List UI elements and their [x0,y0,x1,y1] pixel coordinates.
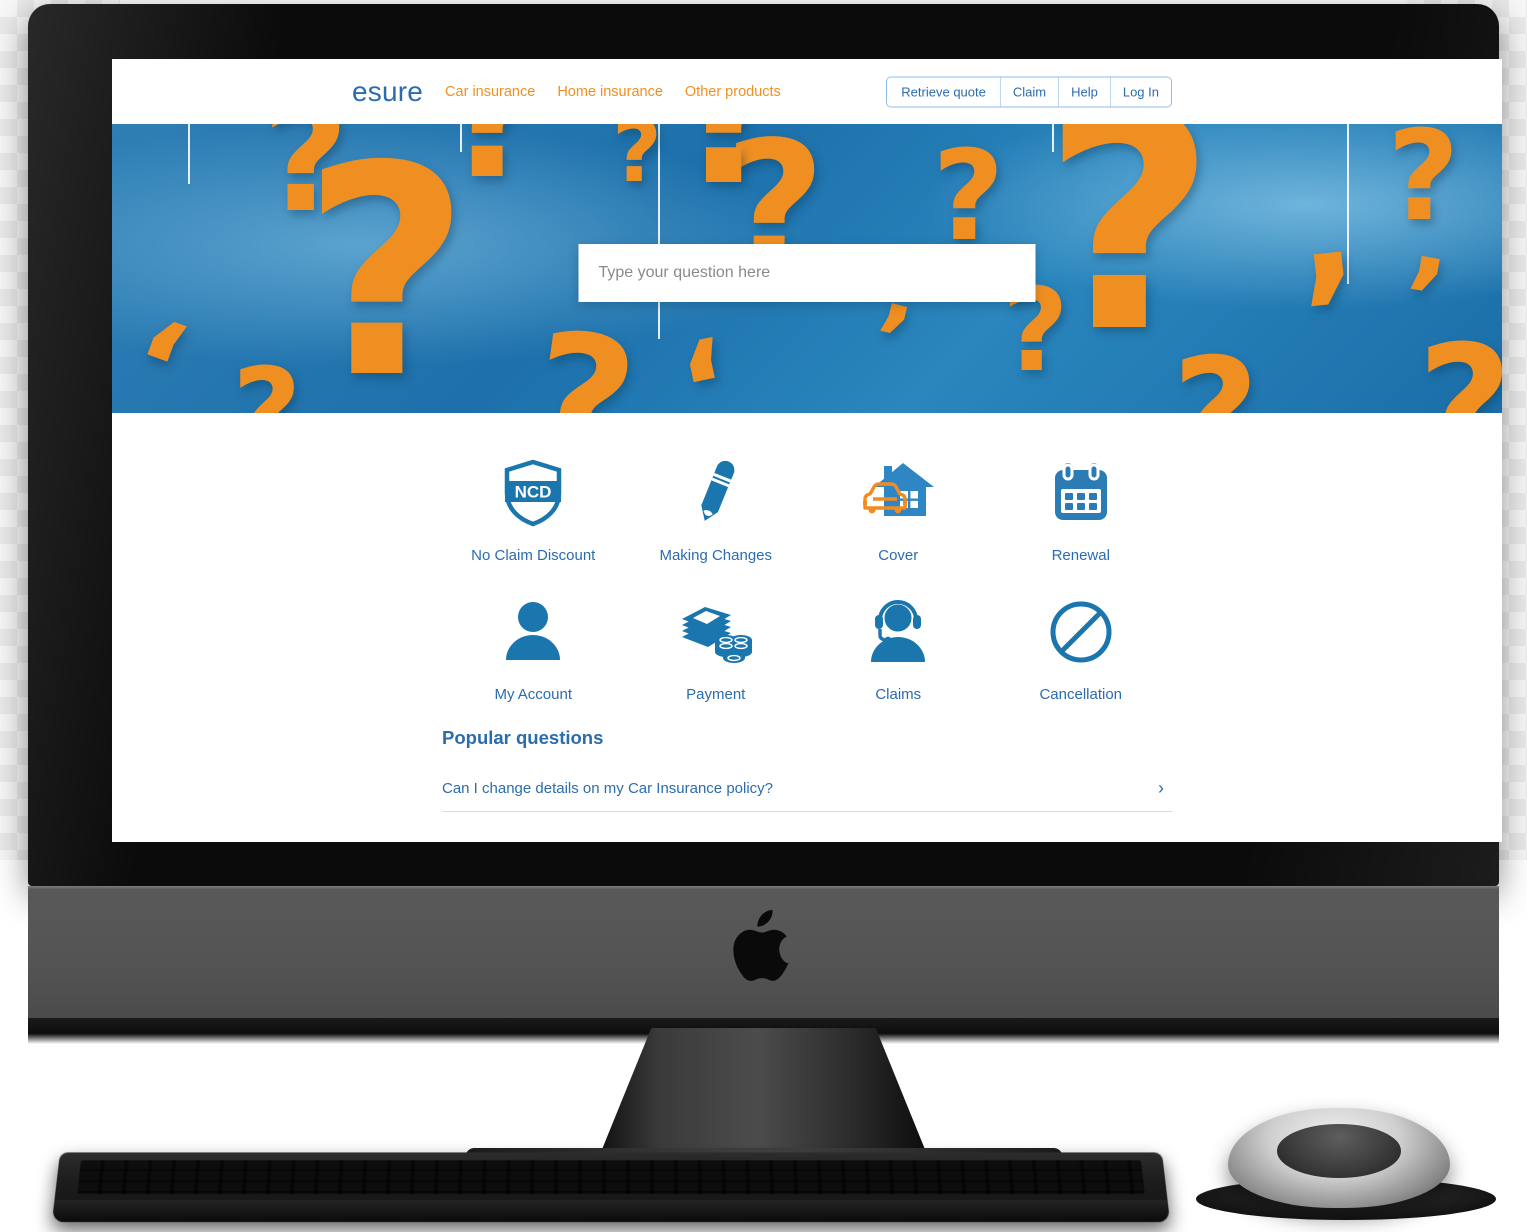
question-mark-glyph: ‘ [666,309,747,413]
mouse-surface [1276,1124,1402,1178]
question-mark-glyph: ? [1417,324,1502,414]
auth-button-group: Retrieve quote Claim Help Log In [886,76,1172,107]
nav-item-home-insurance[interactable]: Home insurance [557,84,663,100]
claim-button[interactable]: Claim [999,77,1059,106]
webpage: esure Car insurance Home insurance Other… [112,59,1502,842]
hero-banner: ‘ ? ? ? ? ? ‘ ? ’ ? ? ? ’ ? ’ [112,124,1502,413]
imac-computer: esure Car insurance Home insurance Other… [0,0,1527,1232]
popular-question-text: Can I change details on my Car Insurance… [442,779,774,797]
tile-my-account[interactable]: My Account [442,580,625,713]
pencil-icon [685,455,747,531]
person-icon [502,594,564,670]
ncd-badge-text: NCD [515,483,552,502]
tile-payment[interactable]: Payment [625,580,808,713]
tile-cancellation[interactable]: Cancellation [990,580,1173,713]
question-mark-glyph: ? [1387,124,1460,249]
question-mark-glyph: ’ [1292,217,1375,413]
question-mark-glyph: ’ [859,283,921,399]
question-mark-glyph: ‘ [112,289,203,413]
nav-item-car-insurance[interactable]: Car insurance [445,84,535,100]
tile-label: Making Changes [659,547,773,564]
banknotes-and-coins-icon [679,594,753,670]
calendar-icon [1050,455,1112,531]
headset-agent-icon [865,594,931,670]
tile-making-changes[interactable]: Making Changes [625,441,808,574]
main-navigation: Car insurance Home insurance Other produ… [445,84,781,100]
tile-cover[interactable]: Cover [807,441,990,574]
question-mark-glyph: ? [442,124,544,204]
help-button[interactable]: Help [1058,77,1110,106]
monitor-bezel: esure Car insurance Home insurance Other… [28,4,1502,886]
tile-label: Claims [875,686,922,703]
tile-label: Renewal [1051,547,1110,564]
keyboard-lip [51,1199,1171,1223]
login-button[interactable]: Log In [1109,77,1171,106]
question-mark-glyph: ? [232,354,302,414]
tile-renewal[interactable]: Renewal [990,441,1173,574]
question-mark-glyph: ? [1172,339,1259,413]
chevron-right-icon: › [1158,778,1164,798]
tile-label: Cancellation [1039,686,1123,703]
keyboard[interactable] [51,1152,1171,1223]
tile-claims[interactable]: Claims [807,580,990,713]
ncd-shield-icon: NCD [503,455,563,531]
chin-top-edge [28,886,1499,889]
question-mark-glyph: ? [612,124,662,202]
question-mark-glyph: ? [518,293,648,413]
hanging-string [188,124,190,184]
magic-mouse[interactable] [1228,1108,1450,1208]
monitor-screen: esure Car insurance Home insurance Other… [112,59,1502,842]
nav-item-other-products[interactable]: Other products [685,84,781,100]
search-input[interactable] [578,244,1036,302]
hero-search-wrapper [578,244,1036,302]
popular-question-row[interactable]: Can I change details on my Car Insurance… [442,775,1172,812]
question-mark-glyph: ? [672,124,788,214]
tile-label: My Account [494,686,573,703]
tile-label: No Claim Discount [471,547,596,564]
tile-label: Payment [686,686,746,703]
prohibited-circle-icon [1048,594,1114,670]
popular-questions-title: Popular questions [442,727,604,748]
keyboard-keys [77,1160,1145,1194]
house-and-car-icon [860,455,936,531]
site-header: esure Car insurance Home insurance Other… [112,59,1502,124]
monitor-stand-neck [598,1028,929,1158]
tile-no-claim-discount[interactable]: NCD No Claim Discount [442,441,625,574]
popular-questions-section: Popular questions Can I change details o… [112,713,1502,812]
retrieve-quote-button[interactable]: Retrieve quote [887,77,1000,106]
monitor-chin [28,886,1499,1024]
question-mark-glyph: ? [932,124,1005,269]
tile-label: Cover [878,547,919,564]
apple-logo [732,908,795,982]
category-tile-grid: NCD No Claim Discount Making Changes Cov… [112,413,1502,713]
esure-logo[interactable]: esure [352,76,423,108]
